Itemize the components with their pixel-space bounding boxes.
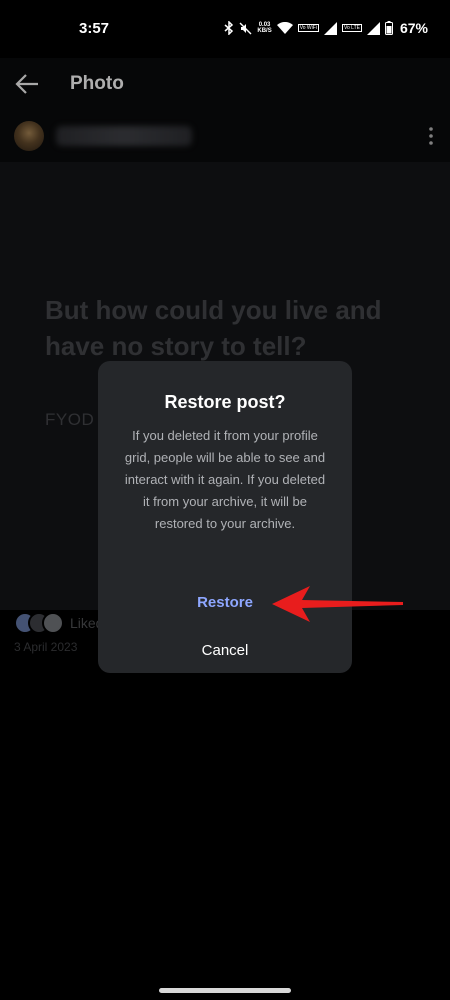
- status-bar: 3:57 0.03 KB/S Vo WiFi Vo LTE 67%: [0, 0, 450, 58]
- sim1-label: Vo WiFi: [297, 24, 319, 32]
- status-time: 3:57: [79, 20, 110, 37]
- sim2-badge: Vo LTE: [341, 24, 362, 32]
- annotation-arrow-icon: [272, 586, 403, 622]
- home-indicator[interactable]: [159, 988, 291, 993]
- wifi-icon: [276, 22, 293, 34]
- mute-icon: [239, 22, 252, 34]
- bluetooth-icon: [224, 21, 234, 35]
- dialog-title: Restore post?: [164, 392, 286, 412]
- cancel-button[interactable]: Cancel: [98, 631, 352, 669]
- signal-icon: [366, 21, 380, 35]
- sim2-label: Vo LTE: [341, 24, 362, 32]
- dialog-message: If you deleted it from your profile grid…: [124, 428, 326, 531]
- net-speed-unit: KB/S: [257, 28, 272, 34]
- status-icons: 0.03 KB/S Vo WiFi Vo LTE 67%: [224, 18, 428, 38]
- net-speed: 0.03 KB/S: [257, 22, 271, 34]
- battery-icon: [384, 21, 393, 35]
- battery-percent: 67%: [399, 20, 428, 36]
- sim1-badge: Vo WiFi: [297, 24, 319, 32]
- restore-dialog: Restore post? If you deleted it from you…: [98, 361, 352, 673]
- signal-icon: [323, 21, 337, 35]
